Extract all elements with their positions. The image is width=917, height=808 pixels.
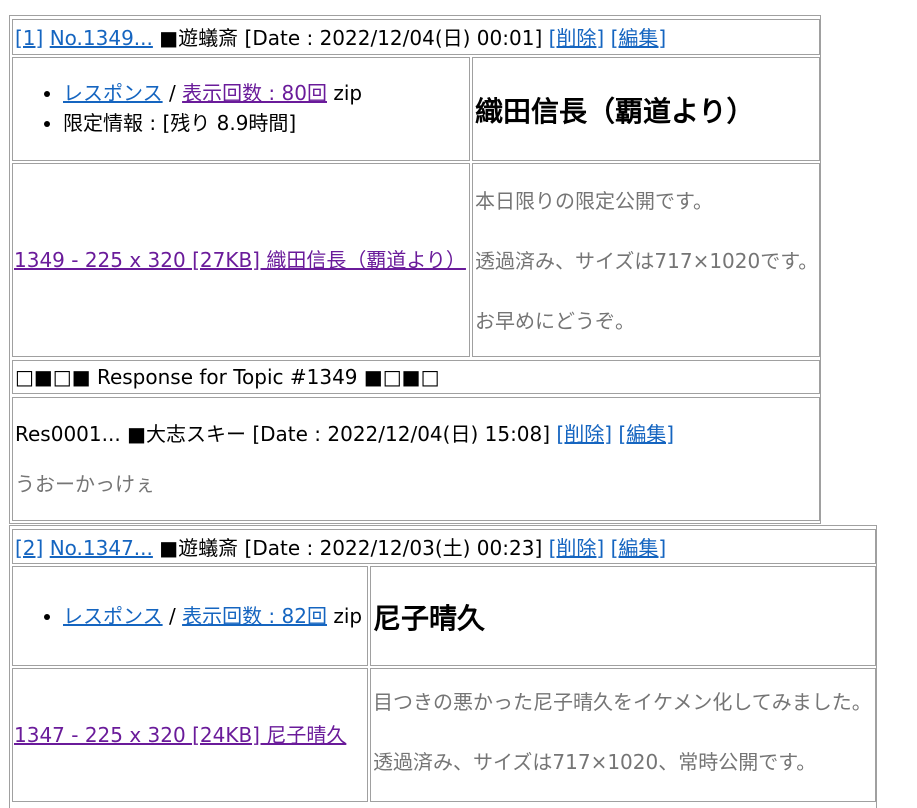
post-info-cell: レスポンス / 表示回数 : 82回 zip (12, 566, 368, 666)
post-header: [2] No.1347... ■遊蟻斎 [Date : 2022/12/03(土… (12, 529, 876, 564)
zip-label: zip (333, 81, 363, 105)
thumbnail-link[interactable]: 1347 - 225 x 320 [24KB] 尼子晴久 (13, 719, 367, 748)
view-count-link[interactable]: 表示回数 : 80回 (182, 81, 327, 105)
response-edit-link[interactable]: [編集] (618, 422, 674, 446)
thumbnail-cell: 1349 - 225 x 320 [27KB] 織田信長（覇道より） (12, 163, 470, 357)
post-info-item: レスポンス / 表示回数 : 80回 zip (63, 78, 469, 108)
limit-info: 限定情報 : [残り 8.9時間] (63, 108, 469, 138)
edit-link[interactable]: [編集] (611, 26, 667, 50)
response-id: Res0001... (15, 422, 121, 446)
post-header: [1] No.1349... ■遊蟻斎 [Date : 2022/12/04(日… (12, 19, 820, 55)
post-1347: [2] No.1347... ■遊蟻斎 [Date : 2022/12/03(土… (9, 525, 877, 808)
description-line: 透過済み、サイズは717×1020です。 (475, 249, 819, 273)
description-line: お早めにどうぞ。 (475, 309, 635, 333)
post-title: 織田信長（覇道より） (475, 95, 755, 128)
response-delete-link[interactable]: [削除] (556, 422, 612, 446)
post-title-cell: 織田信長（覇道より） (472, 57, 820, 161)
post-title-cell: 尼子晴久 (370, 566, 876, 666)
post-title: 尼子晴久 (373, 602, 486, 635)
post-author: ■遊蟻斎 (159, 536, 239, 560)
post-date: [Date : 2022/12/04(日) 00:01] (244, 26, 543, 50)
response-date: [Date : 2022/12/04(日) 15:08] (252, 422, 551, 446)
description-line: 本日限りの限定公開です。 (475, 189, 713, 213)
post-number-link[interactable]: No.1349... (50, 26, 153, 50)
post-date: [Date : 2022/12/03(土) 00:23] (244, 536, 543, 560)
thumbnail-link[interactable]: 1349 - 225 x 320 [27KB] 織田信長（覇道より） (13, 244, 469, 273)
response-link[interactable]: レスポンス (63, 81, 163, 105)
description-line: 透過済み、サイズは717×1020、常時公開です。 (373, 750, 817, 774)
post-index-link[interactable]: [2] (15, 536, 43, 560)
response-header-text: □■□■ Response for Topic #1349 ■□■□ (15, 365, 440, 389)
post-description: 本日限りの限定公開です。 透過済み、サイズは717×1020です。 お早めにどう… (472, 163, 820, 357)
post-number-link[interactable]: No.1347... (50, 536, 153, 560)
response-text: うおーかっけぇ (15, 472, 155, 496)
edit-link[interactable]: [編集] (611, 536, 667, 560)
view-count-link[interactable]: 表示回数 : 82回 (182, 604, 327, 628)
post-1349: [1] No.1349... ■遊蟻斎 [Date : 2022/12/04(日… (9, 15, 821, 524)
post-info-item: レスポンス / 表示回数 : 82回 zip (63, 601, 367, 631)
post-description: 目つきの悪かった尼子晴久をイケメン化してみました。 透過済み、サイズは717×1… (370, 668, 876, 802)
separator: / (168, 81, 176, 105)
post-author: ■遊蟻斎 (159, 26, 239, 50)
thumbnail-cell: 1347 - 225 x 320 [24KB] 尼子晴久 (12, 668, 368, 802)
response-link[interactable]: レスポンス (63, 604, 163, 628)
post-info-cell: レスポンス / 表示回数 : 80回 zip 限定情報 : [残り 8.9時間] (12, 57, 470, 161)
delete-link[interactable]: [削除] (549, 536, 605, 560)
response-entry: Res0001... ■大志スキー [Date : 2022/12/04(日) … (12, 397, 820, 521)
separator: / (168, 604, 176, 628)
response-author: ■大志スキー (127, 422, 246, 446)
delete-link[interactable]: [削除] (549, 26, 605, 50)
zip-label: zip (333, 604, 363, 628)
response-header: □■□■ Response for Topic #1349 ■□■□ (12, 360, 820, 394)
post-index-link[interactable]: [1] (15, 26, 43, 50)
description-line: 目つきの悪かった尼子晴久をイケメン化してみました。 (373, 690, 872, 714)
response-meta: Res0001... ■大志スキー [Date : 2022/12/04(日) … (15, 420, 674, 448)
